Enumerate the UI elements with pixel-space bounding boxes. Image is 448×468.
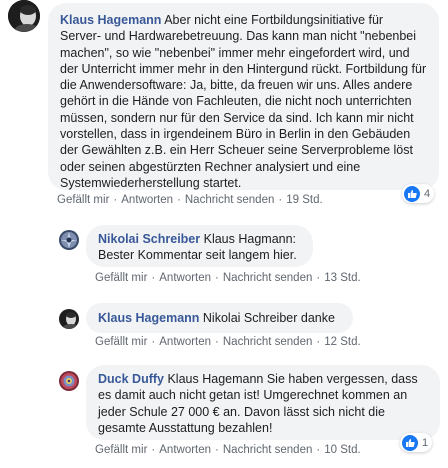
avatar-klaus-hagemann[interactable] <box>59 309 79 329</box>
comment-bubble: Duck Duffy Klaus Hagemann Sie haben verg… <box>86 365 440 440</box>
separator: · <box>316 336 321 348</box>
separator: · <box>316 272 321 284</box>
comment-bubble: Nikolai Schreiber Klaus Hagmann: Bester … <box>86 225 313 267</box>
like-link[interactable]: Gefällt mir <box>95 444 147 456</box>
separator: · <box>151 444 156 456</box>
comment-text: Aber nicht eine Fortbildungsinitiative f… <box>60 13 427 190</box>
timestamp[interactable]: 10 Std. <box>324 444 360 456</box>
avatar-klaus-hagemann[interactable] <box>8 0 40 32</box>
separator: · <box>215 272 219 284</box>
separator: · <box>215 444 219 456</box>
separator: · <box>151 336 156 348</box>
comment-author[interactable]: Klaus Hagemann <box>60 13 161 27</box>
comment-bubble: Klaus Hagemann Aber nicht eine Fortbildu… <box>48 3 439 190</box>
send-message-link[interactable]: Nachricht senden <box>223 336 313 348</box>
timestamp[interactable]: 12 Std. <box>324 336 360 348</box>
avatar-nikolai-schreiber[interactable] <box>59 230 79 250</box>
like-link[interactable]: Gefällt mir <box>95 336 147 348</box>
separator: · <box>177 194 181 206</box>
separator: · <box>215 336 219 348</box>
separator: · <box>151 272 156 284</box>
reaction-count: 1 <box>422 436 429 449</box>
comment-text: Nikolai Schreiber danke <box>202 311 335 325</box>
comment-author[interactable]: Klaus Hagemann <box>98 311 199 325</box>
comment-actions: Gefällt mir · Antworten · Nachricht senden · 1… <box>95 444 361 456</box>
send-message-link[interactable]: Nachricht senden <box>223 272 313 284</box>
comment-author[interactable]: Duck Duffy <box>98 372 164 386</box>
comment-actions: Gefällt mir · Antworten · Nachricht senden · 1… <box>57 194 323 206</box>
separator: · <box>316 444 321 456</box>
thumbs-up-icon <box>402 434 418 451</box>
avatar-duck-duffy[interactable] <box>59 371 79 391</box>
reply-link[interactable]: Antworten <box>159 336 211 348</box>
like-link[interactable]: Gefällt mir <box>57 194 109 206</box>
comment-actions: Gefällt mir · Antworten · Nachricht senden · 1… <box>95 336 361 348</box>
comment-bubble: Klaus Hagemann Nikolai Schreiber danke <box>86 303 353 333</box>
timestamp[interactable]: 13 Std. <box>324 272 360 284</box>
send-message-link[interactable]: Nachricht senden <box>185 194 275 206</box>
thumbs-up-icon <box>404 185 420 202</box>
separator: · <box>278 194 283 206</box>
separator: · <box>113 194 118 206</box>
comment-actions: Gefällt mir · Antworten · Nachricht senden · 1… <box>95 272 361 284</box>
comment-author[interactable]: Nikolai Schreiber <box>98 232 200 246</box>
reaction-count: 4 <box>424 187 431 200</box>
reply-link[interactable]: Antworten <box>159 444 211 456</box>
reply-link[interactable]: Antworten <box>121 194 173 206</box>
timestamp[interactable]: 19 Std. <box>286 194 322 206</box>
send-message-link[interactable]: Nachricht senden <box>223 444 313 456</box>
reaction-count-badge[interactable]: 4 <box>402 184 435 203</box>
reaction-count-badge[interactable]: 1 <box>400 433 433 452</box>
like-link[interactable]: Gefällt mir <box>95 272 147 284</box>
reply-link[interactable]: Antworten <box>159 272 211 284</box>
